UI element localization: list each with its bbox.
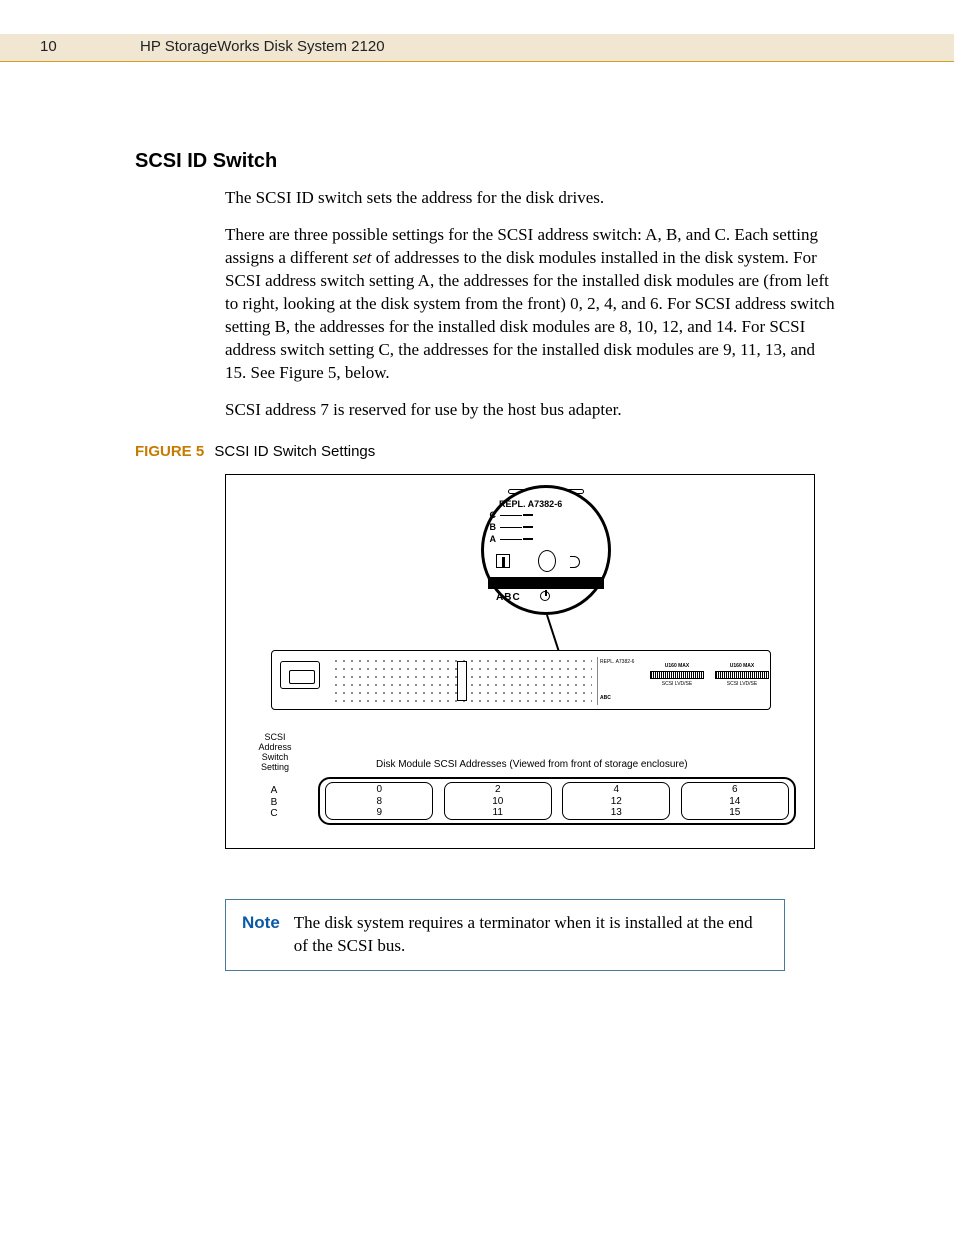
addr-col-2: 4 12 13 (562, 782, 670, 820)
c2c: 13 (563, 807, 669, 819)
paragraph-1: The SCSI ID switch sets the address for … (225, 187, 835, 210)
row-a: A (264, 785, 284, 797)
c3a: 6 (682, 784, 788, 796)
controller-area: REPL. A7382-6 ABC (597, 657, 645, 705)
c2a: 4 (563, 784, 669, 796)
note-box: Note The disk system requires a terminat… (225, 899, 785, 971)
figure-title: SCSI ID Switch Settings (214, 443, 375, 460)
c3c: 15 (682, 807, 788, 819)
mid-block (457, 661, 467, 701)
row-c: C (264, 808, 284, 820)
addr-col-3: 6 14 15 (681, 782, 789, 820)
figure-caption-line: FIGURE 5 SCSI ID Switch Settings (135, 443, 835, 460)
zoom-bottom-row: ABC (496, 589, 596, 611)
addr-col-0: 0 8 9 (325, 782, 433, 820)
address-caption: Disk Module SCSI Addresses (Viewed from … (376, 759, 688, 770)
paragraph-3: SCSI address 7 is reserved for use by th… (225, 399, 835, 422)
switch-c: C (484, 510, 496, 520)
address-left-heading: SCSI Address Switch Setting (246, 733, 304, 773)
switch-position-labels: C B A (484, 509, 533, 545)
document-title: HP StorageWorks Disk System 2120 (140, 38, 385, 55)
page-content: SCSI ID Switch The SCSI ID switch sets t… (135, 150, 835, 971)
c0b: 8 (326, 796, 432, 808)
repl-label: REPL. A7382-6 (499, 499, 562, 509)
row-b: B (264, 797, 284, 809)
address-box-wrap: 0 8 9 2 10 11 4 12 13 6 14 15 (318, 777, 796, 825)
port2-bottom: SCSI LVD/SE (712, 681, 772, 687)
address-row-labels: A B C (264, 785, 284, 820)
paragraph-2: There are three possible settings for th… (225, 224, 835, 385)
addr-col-1: 2 10 11 (444, 782, 552, 820)
hook-icon (570, 556, 580, 568)
device-rear-panel: REPL. A7382-6 ABC U160 MAX SCSI LVD/SE U… (271, 650, 771, 710)
port1-top: U160 MAX (647, 663, 707, 669)
c0c: 9 (326, 807, 432, 819)
note-text: The disk system requires a terminator wh… (294, 912, 768, 958)
scsi-port-2: U160 MAX SCSI LVD/SE (712, 663, 772, 699)
abc-label: ABC (496, 592, 521, 603)
section-body: The SCSI ID switch sets the address for … (225, 187, 835, 421)
scsi-port-1: U160 MAX SCSI LVD/SE (647, 663, 707, 699)
abc-small: ABC (600, 695, 611, 701)
connector-icon (715, 671, 769, 679)
page-number: 10 (40, 38, 57, 55)
connector-icon (650, 671, 704, 679)
c2b: 12 (563, 796, 669, 808)
port2-top: U160 MAX (712, 663, 772, 669)
c1b: 10 (445, 796, 551, 808)
power-icon (540, 591, 550, 601)
c0a: 0 (326, 784, 432, 796)
power-inlet-icon (280, 661, 320, 689)
p2-part-b: of addresses to the disk modules install… (225, 248, 835, 382)
figure-label: FIGURE 5 (135, 443, 204, 460)
switch-a: A (484, 534, 496, 544)
c1c: 11 (445, 807, 551, 819)
page-header: 10 HP StorageWorks Disk System 2120 (0, 34, 954, 62)
switch-icon (496, 554, 510, 568)
zoom-divider (488, 577, 604, 589)
zoom-mid-row (492, 550, 600, 574)
port1-bottom: SCSI LVD/SE (647, 681, 707, 687)
c1a: 2 (445, 784, 551, 796)
repl-small: REPL. A7382-6 (600, 659, 634, 665)
figure-5-diagram: REPL. A7382-6 C B A ABC REPL. A7382-6 AB… (225, 474, 815, 849)
note-label: Note (242, 912, 280, 958)
c3b: 14 (682, 796, 788, 808)
oval-icon (538, 550, 556, 572)
switch-b: B (484, 522, 496, 532)
section-heading: SCSI ID Switch (135, 150, 835, 173)
p2-em: set (353, 248, 372, 267)
